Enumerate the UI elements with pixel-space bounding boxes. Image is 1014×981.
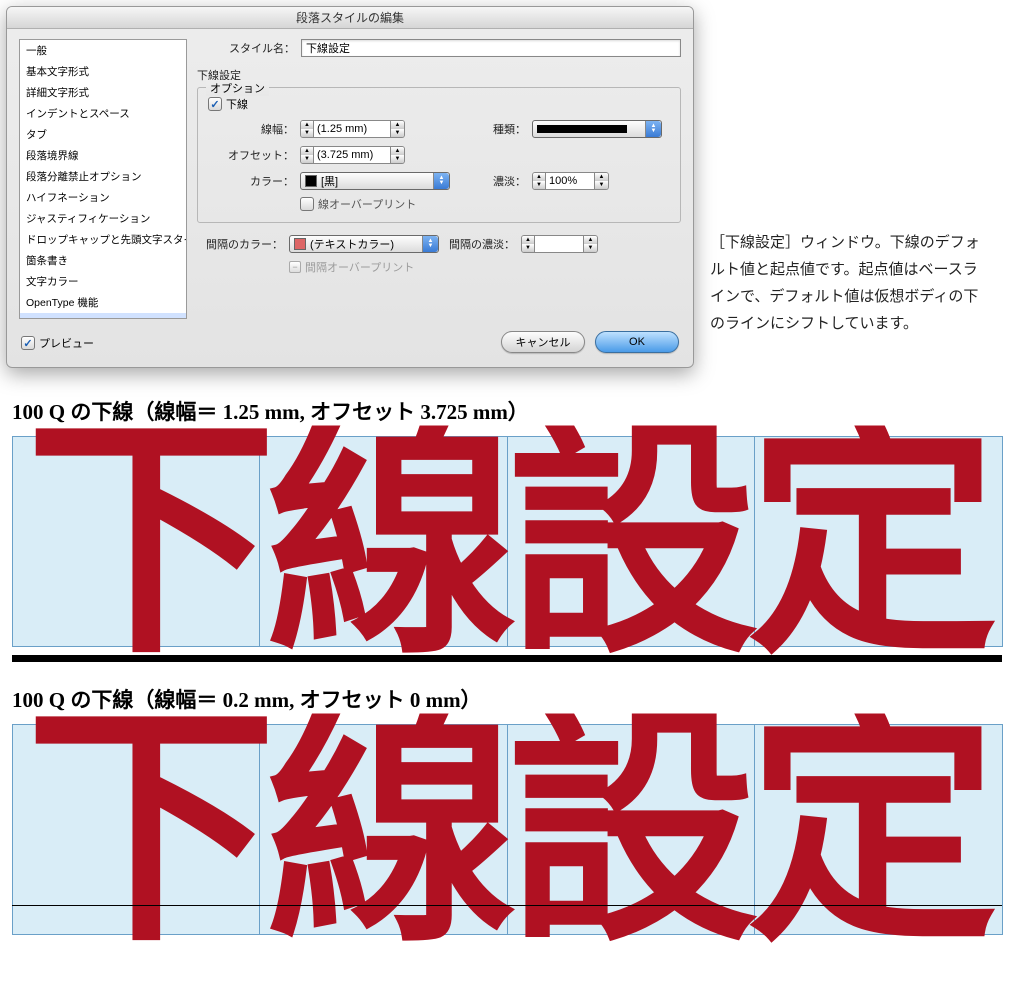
color-swatch-icon bbox=[305, 175, 317, 187]
options-fieldset: オプション 下線 線幅： ▲▼ ▲▼ 種類： bbox=[197, 87, 681, 223]
offset-stepper[interactable]: ▲▼ ▲▼ bbox=[300, 146, 450, 164]
chevron-down-icon[interactable]: ▼ bbox=[522, 244, 534, 252]
gap-overprint-checkbox: − bbox=[289, 261, 301, 273]
sample-preview: 下線設定 bbox=[12, 724, 1002, 944]
sidebar-item[interactable]: 文字カラー bbox=[20, 271, 186, 292]
chevron-up-icon[interactable]: ▲ bbox=[584, 236, 597, 244]
sidebar-item[interactable]: 段落境界線 bbox=[20, 145, 186, 166]
chevron-down-icon[interactable]: ▼ bbox=[391, 129, 404, 137]
style-name-label: スタイル名： bbox=[197, 40, 301, 56]
chevron-up-icon[interactable]: ▲ bbox=[595, 173, 608, 181]
chevron-down-icon[interactable]: ▼ bbox=[595, 181, 608, 189]
example-title: 100 Q の下線（線幅＝ 0.2 mm, オフセット 0 mm） bbox=[12, 684, 1008, 714]
paragraph-style-dialog: 段落スタイルの編集 一般基本文字形式詳細文字形式インデントとスペースタブ段落境界… bbox=[6, 6, 694, 368]
gap-color-value: (テキストカラー) bbox=[310, 236, 394, 252]
sidebar-item[interactable]: タブ bbox=[20, 124, 186, 145]
example-title: 100 Q の下線（線幅＝ 1.25 mm, オフセット 3.725 mm） bbox=[12, 396, 1008, 426]
chevron-up-icon[interactable]: ▲ bbox=[522, 236, 534, 244]
gap-overprint-label: 間隔オーバープリント bbox=[305, 259, 414, 275]
line-type-swatch bbox=[537, 125, 627, 133]
preview-label: プレビュー bbox=[39, 335, 94, 351]
chevron-down-icon[interactable]: ▼ bbox=[533, 181, 545, 189]
weight-label: 線幅： bbox=[208, 121, 294, 137]
sidebar-item[interactable]: ハイフネーション bbox=[20, 187, 186, 208]
sidebar-item[interactable]: OpenType 機能 bbox=[20, 292, 186, 313]
type-label: 種類： bbox=[456, 121, 526, 137]
chevron-up-icon[interactable]: ▲ bbox=[301, 147, 313, 155]
sidebar-item[interactable]: 詳細文字形式 bbox=[20, 82, 186, 103]
sample-glyphs: 下線設定 bbox=[0, 426, 1014, 657]
tint-stepper[interactable]: ▲▼ ▲▼ bbox=[532, 172, 662, 190]
sidebar-item[interactable]: 基本文字形式 bbox=[20, 61, 186, 82]
color-label: カラー： bbox=[208, 173, 294, 189]
sidebar-item[interactable]: ドロップキャップと先頭文字スタイル bbox=[20, 229, 186, 250]
underline-checkbox-label: 下線 bbox=[226, 96, 248, 112]
category-sidebar[interactable]: 一般基本文字形式詳細文字形式インデントとスペースタブ段落境界線段落分離禁止オプシ… bbox=[19, 39, 187, 319]
style-name-input[interactable] bbox=[301, 39, 681, 57]
weight-stepper[interactable]: ▲▼ ▲▼ bbox=[300, 120, 450, 138]
sample-preview: 下線設定 bbox=[12, 436, 1002, 656]
gap-tint-label: 間隔の濃淡： bbox=[445, 236, 515, 252]
sample-glyphs: 下線設定 bbox=[0, 714, 1014, 945]
options-legend: オプション bbox=[206, 80, 269, 96]
chevron-up-icon[interactable]: ▲ bbox=[391, 147, 404, 155]
gap-color-swatch-icon bbox=[294, 238, 306, 250]
chevron-down-icon[interactable]: ▼ bbox=[584, 244, 597, 252]
offset-label: オフセット： bbox=[208, 147, 294, 163]
type-combo[interactable]: ▲▼ bbox=[532, 120, 662, 138]
sidebar-item[interactable]: 一般 bbox=[20, 40, 186, 61]
dialog-title: 段落スタイルの編集 bbox=[7, 7, 693, 29]
color-value: [黒] bbox=[321, 173, 338, 189]
gap-tint-stepper[interactable]: ▲▼ ▲▼ bbox=[521, 235, 651, 253]
underline-checkbox[interactable] bbox=[208, 97, 222, 111]
tint-label: 濃淡： bbox=[456, 173, 526, 189]
tint-input[interactable] bbox=[545, 172, 595, 190]
sample-underline bbox=[12, 655, 1002, 662]
gap-tint-input[interactable] bbox=[534, 235, 584, 253]
figure-caption: ［下線設定］ウィンドウ。下線のデフォルト値と起点値です。起点値はベースラインで、… bbox=[710, 6, 990, 338]
overprint-label: 線オーバープリント bbox=[318, 196, 416, 212]
sidebar-item[interactable]: 段落分離禁止オプション bbox=[20, 166, 186, 187]
color-combo[interactable]: [黒] ▲▼ bbox=[300, 172, 450, 190]
offset-input[interactable] bbox=[313, 146, 391, 164]
chevron-down-icon[interactable]: ▼ bbox=[301, 155, 313, 163]
gap-color-combo[interactable]: (テキストカラー) ▲▼ bbox=[289, 235, 439, 253]
weight-input[interactable] bbox=[313, 120, 391, 138]
overprint-checkbox[interactable] bbox=[300, 197, 314, 211]
chevron-down-icon[interactable]: ▼ bbox=[391, 155, 404, 163]
sidebar-item[interactable]: ジャスティフィケーション bbox=[20, 208, 186, 229]
sidebar-item[interactable]: 下線設定 bbox=[20, 313, 186, 319]
ok-button[interactable]: OK bbox=[595, 331, 679, 353]
chevron-up-icon[interactable]: ▲ bbox=[391, 121, 404, 129]
chevron-up-icon[interactable]: ▲ bbox=[301, 121, 313, 129]
sidebar-item[interactable]: インデントとスペース bbox=[20, 103, 186, 124]
chevron-up-icon[interactable]: ▲ bbox=[533, 173, 545, 181]
sidebar-item[interactable]: 箇条書き bbox=[20, 250, 186, 271]
chevron-down-icon[interactable]: ▼ bbox=[301, 129, 313, 137]
gap-color-label: 間隔のカラー： bbox=[197, 236, 283, 252]
preview-checkbox[interactable] bbox=[21, 336, 35, 350]
cancel-button[interactable]: キャンセル bbox=[501, 331, 585, 353]
sample-underline bbox=[12, 905, 1002, 906]
section-title: 下線設定 bbox=[197, 67, 681, 83]
